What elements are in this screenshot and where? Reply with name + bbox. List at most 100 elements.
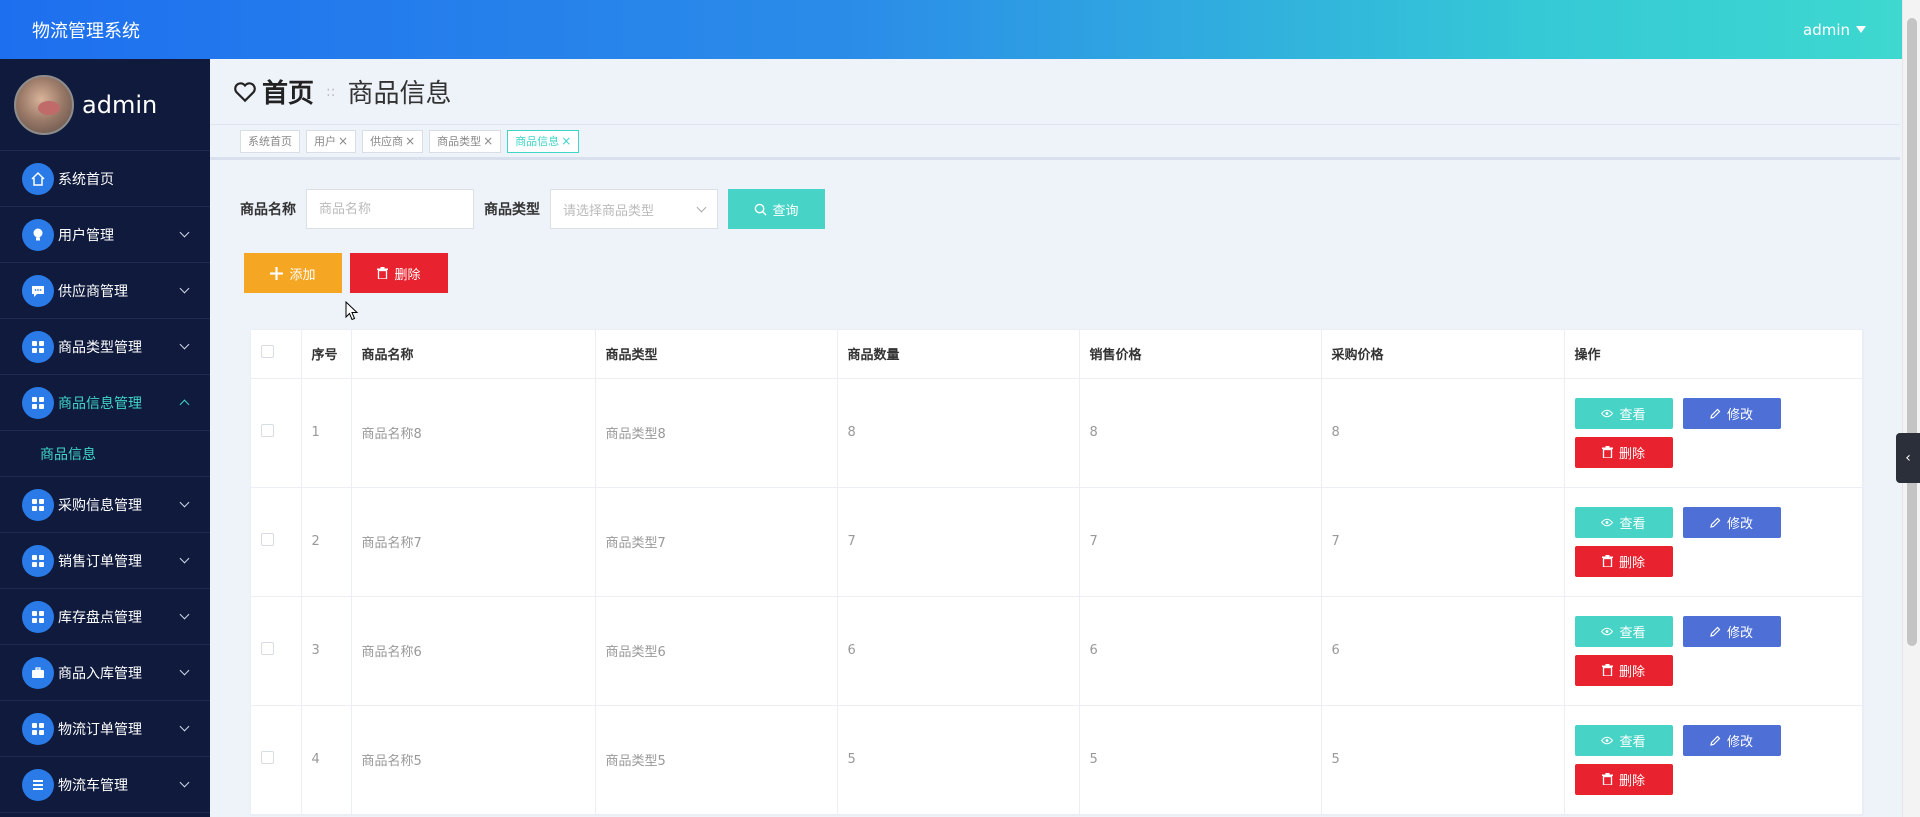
chevron-left-icon: ‹ [1905,450,1911,466]
close-icon[interactable]: × [405,134,415,148]
pencil-icon [1710,626,1721,637]
col-qty: 商品数量 [837,330,1080,379]
chevron-down-icon [179,339,190,350]
plus-icon [270,266,284,280]
row-checkbox[interactable] [261,533,274,546]
sidebar-item-logistics-order[interactable]: 物流订单管理 [0,701,210,757]
cell-purchase: 8 [1321,378,1565,488]
goods-table: 序号 商品名称 商品类型 商品数量 销售价格 采购价格 操作 1 商品名称8 商… [250,329,1864,816]
sidebar-item-label: 物流订单管理 [58,721,142,738]
sidebar-subitem-goods-info[interactable]: 商品信息 [0,431,210,477]
view-button[interactable]: 查看 [1574,724,1673,756]
goods-name-input[interactable] [306,189,474,229]
sidebar-item-stock-in[interactable]: 商品入库管理 [0,645,210,701]
bulb-icon [22,218,54,251]
col-type: 商品类型 [595,330,838,379]
page-scrollbar[interactable] [1902,0,1920,817]
grid-icon [22,330,54,363]
row-checkbox[interactable] [261,751,274,764]
chevron-down-icon [179,553,190,564]
scrollbar-thumb[interactable] [1907,18,1917,646]
tab-users[interactable]: 用户 × [306,129,357,153]
profile-name: admin [82,90,158,119]
edit-button[interactable]: 修改 [1682,397,1781,429]
edit-button[interactable]: 修改 [1682,724,1781,756]
grid-icon [22,600,54,633]
cell-qty: 5 [837,705,1080,815]
search-icon [755,203,768,216]
add-button[interactable]: 添加 [244,253,342,293]
grid-icon [22,386,54,419]
sidebar-item-inventory[interactable]: 库存盘点管理 [0,589,210,645]
breadcrumb-home[interactable]: 首页 [232,73,314,110]
cell-qty: 6 [837,596,1080,706]
row-checkbox[interactable] [261,424,274,437]
list-icon [22,768,54,801]
table-row: 4 商品名称5 商品类型5 5 5 5 查看 修改 删除 [251,705,1863,815]
pencil-icon [1710,517,1721,528]
trash-icon [1601,664,1613,676]
breadcrumb-separator: :: [326,83,336,100]
view-button[interactable]: 查看 [1574,397,1673,429]
main-content: 首页 :: 商品信息 系统首页 用户 × 供应商 × 商品类型 × 商品信息 × 商品名… [210,59,1900,817]
chevron-down-icon [179,283,190,294]
sidebar-item-label: 商品类型管理 [58,339,142,356]
delete-button[interactable]: 删除 [1574,436,1673,468]
cell-type: 商品类型5 [595,705,838,815]
sidebar-item-users[interactable]: 用户管理 [0,207,210,263]
mouse-cursor-icon [345,301,359,321]
sidebar-item-label: 销售订单管理 [58,553,142,570]
user-menu[interactable]: admin [1803,21,1866,39]
briefcase-icon [22,656,54,689]
edit-button[interactable]: 修改 [1682,506,1781,538]
cell-name: 商品名称7 [351,487,596,597]
sidebar-item-label: 供应商管理 [58,283,128,300]
view-button[interactable]: 查看 [1574,506,1673,538]
toolbar: 添加 删除 [244,253,448,293]
goods-type-select[interactable]: 请选择商品类型 [550,189,718,229]
sidebar-item-label: 商品信息管理 [58,395,142,412]
sidebar-item-trucks[interactable]: 物流车管理 [0,757,210,813]
view-button[interactable]: 查看 [1574,615,1673,647]
edit-button[interactable]: 修改 [1682,615,1781,647]
cell-name: 商品名称8 [351,378,596,488]
close-icon[interactable]: × [483,134,493,148]
chevron-down-icon [179,665,190,676]
sidebar-item-purchase[interactable]: 采购信息管理 [0,477,210,533]
tab-goods-info[interactable]: 商品信息 × [507,129,580,153]
sidebar-item-label: 商品入库管理 [58,665,142,682]
avatar [14,74,74,135]
name-label: 商品名称 [240,202,296,218]
sidebar-item-goods-info[interactable]: 商品信息管理 [0,375,210,431]
delete-button[interactable]: 删除 [1574,654,1673,686]
tab-suppliers[interactable]: 供应商 × [362,129,424,153]
row-checkbox[interactable] [261,642,274,655]
app-title: 物流管理系统 [32,20,140,42]
chevron-down-icon [179,609,190,620]
close-icon[interactable]: × [561,134,571,148]
select-all-checkbox[interactable] [261,345,274,359]
batch-delete-button[interactable]: 删除 [350,253,448,293]
sidebar-item-goods-type[interactable]: 商品类型管理 [0,319,210,375]
cell-type: 商品类型7 [595,487,838,597]
delete-button[interactable]: 删除 [1574,545,1673,577]
heart-icon [234,81,256,102]
col-no: 序号 [301,330,352,379]
cell-name: 商品名称5 [351,705,596,815]
cell-purchase: 5 [1321,705,1565,815]
table-row: 1 商品名称8 商品类型8 8 8 8 查看 修改 删除 [251,378,1863,488]
eye-icon [1601,409,1614,417]
chevron-down-icon [179,227,190,238]
chevron-up-icon [179,399,190,410]
sidebar-item-suppliers[interactable]: 供应商管理 [0,263,210,319]
sidebar-item-home[interactable]: 系统首页 [0,151,210,207]
delete-button[interactable]: 删除 [1574,763,1673,795]
cell-type: 商品类型6 [595,596,838,706]
close-icon[interactable]: × [338,134,348,148]
sidebar-item-label: 物流车管理 [58,777,128,794]
side-collapse-button[interactable]: ‹ [1896,433,1920,483]
query-button[interactable]: 查询 [728,189,825,229]
tab-goods-type[interactable]: 商品类型 × [429,129,502,153]
sidebar-item-sales[interactable]: 销售订单管理 [0,533,210,589]
tab-home[interactable]: 系统首页 [240,129,300,153]
